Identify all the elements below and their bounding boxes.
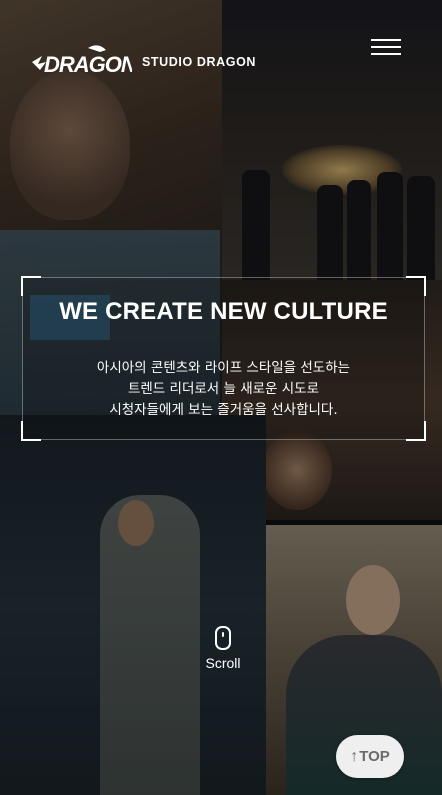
scroll-indicator[interactable]: Scroll [196,626,250,671]
corner-decoration [21,421,41,441]
back-to-top-button[interactable]: ↑ TOP [336,735,404,778]
hamburger-menu-icon [371,39,401,41]
svg-text:DRAGON: DRAGON [44,52,132,77]
top-button-label: TOP [359,748,390,765]
site-header: DRAGON STUDIO DRAGON [0,0,442,110]
hamburger-line [371,53,401,55]
brand-name: STUDIO DRAGON [142,55,257,69]
mouse-scroll-icon [215,626,231,650]
hero-description-line: 시청자들에게 보는 즐거움을 선사합니다. [109,402,338,418]
dragon-logo-icon: DRAGON [32,45,132,77]
logo-link[interactable]: DRAGON STUDIO DRAGON [28,42,256,82]
hamburger-line [371,46,401,48]
hero-description: 아시아의 콘텐츠와 라이프 스타일을 선도하는 트렌드 리더로서 늘 새로운 시… [23,358,424,421]
hero-banner: WE CREATE NEW CULTURE 아시아의 콘텐츠와 라이프 스타일을… [21,276,426,441]
corner-decoration [406,421,426,441]
corner-decoration [21,276,41,296]
scroll-label: Scroll [205,655,241,671]
hero-description-line: 아시아의 콘텐츠와 라이프 스타일을 선도하는 [96,360,351,376]
hero-description-line: 트렌드 리더로서 늘 새로운 시도로 [127,381,320,397]
arrow-up-icon: ↑ [350,747,359,765]
hero-title: WE CREATE NEW CULTURE [59,298,388,325]
menu-button[interactable] [371,39,401,57]
corner-decoration [406,276,426,296]
